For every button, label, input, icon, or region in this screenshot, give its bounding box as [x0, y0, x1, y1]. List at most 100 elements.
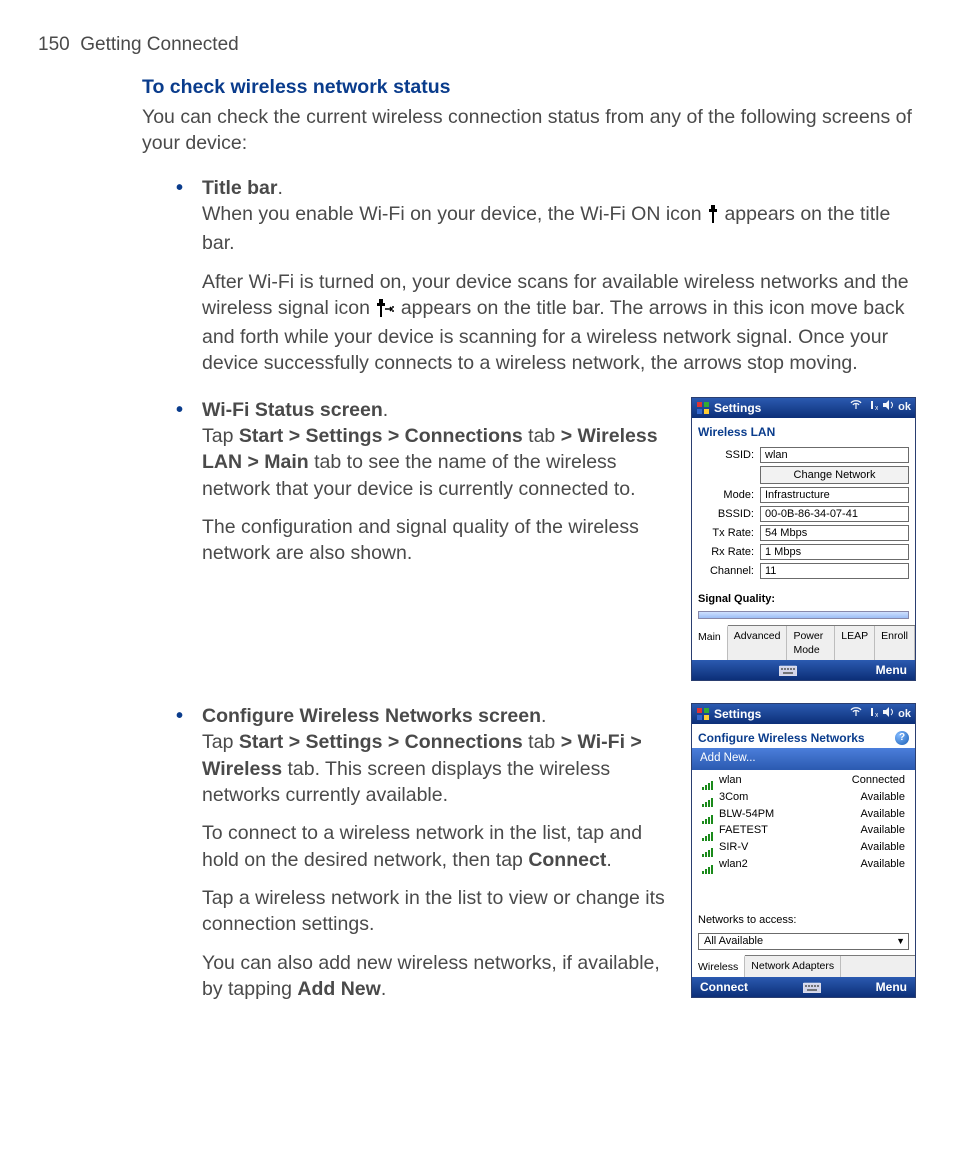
- help-icon[interactable]: ?: [895, 731, 909, 745]
- titlebar-title: Settings: [714, 400, 846, 416]
- nav-path: Start > Settings > Connections: [239, 731, 523, 753]
- tab-enroll[interactable]: Enroll: [875, 626, 915, 660]
- body-text: .: [606, 849, 611, 871]
- titlebar: Settings x ok: [692, 704, 915, 724]
- signal-bars-icon: [702, 792, 714, 802]
- mode-field: Infrastructure: [760, 487, 909, 503]
- panel-title-text: Configure Wireless Networks: [698, 730, 865, 746]
- softkey-bar: Connect Menu: [692, 977, 915, 997]
- titlebar-title: Settings: [714, 706, 846, 722]
- menu-softkey[interactable]: Menu: [876, 979, 907, 995]
- network-status: Available: [861, 807, 905, 822]
- menu-softkey[interactable]: Menu: [876, 662, 907, 678]
- signal-bars-icon: [702, 826, 714, 836]
- network-name: SIR-V: [719, 840, 748, 855]
- signal-icon: x: [866, 399, 878, 416]
- chapter-title: Getting Connected: [80, 34, 238, 55]
- signal-bars-icon: [702, 775, 714, 785]
- bullet-configure-wireless: Configure Wireless Networks screen. Tap …: [168, 703, 673, 1002]
- network-name: FAETEST: [719, 823, 768, 838]
- wifi-on-icon: [707, 204, 719, 230]
- signal-bars-icon: [702, 843, 714, 853]
- body-text: tab: [528, 425, 561, 447]
- softkey-bar: Menu: [692, 660, 915, 680]
- select-value: All Available: [704, 934, 763, 949]
- bssid-field: 00-0B-86-34-07-41: [760, 506, 909, 522]
- wifi-icon: [850, 706, 862, 723]
- channel-field: 11: [760, 563, 909, 579]
- field-label: BSSID:: [698, 507, 754, 522]
- bullet-heading: Title bar: [202, 177, 278, 199]
- bullet-title-bar: Title bar. When you enable Wi-Fi on your…: [168, 175, 916, 377]
- body-text: Tap: [202, 425, 239, 447]
- screenshot-configure-wireless: Settings x ok Configure Wireless Network…: [691, 703, 916, 998]
- signal-quality-bar: [698, 611, 909, 619]
- keyboard-icon[interactable]: [803, 981, 821, 993]
- signal-icon: x: [866, 706, 878, 723]
- rxrate-field: 1 Mbps: [760, 544, 909, 560]
- bullet-heading: Configure Wireless Networks screen: [202, 705, 541, 727]
- list-item[interactable]: 3Com Available: [692, 789, 915, 806]
- tab-main[interactable]: Main: [692, 625, 728, 660]
- volume-icon: [882, 399, 894, 416]
- network-name: 3Com: [719, 790, 748, 805]
- svg-text:x: x: [875, 405, 878, 411]
- tab-wireless[interactable]: Wireless: [692, 955, 745, 977]
- body-text: tab: [528, 731, 561, 753]
- network-name: BLW-54PM: [719, 807, 774, 822]
- bullet-heading: Wi-Fi Status screen: [202, 399, 383, 421]
- list-item[interactable]: BLW-54PM Available: [692, 806, 915, 823]
- panel-title-text: Wireless LAN: [698, 424, 775, 440]
- tabstrip: Main Advanced Power Mode LEAP Enroll: [692, 625, 915, 660]
- ssid-field[interactable]: wlan: [760, 447, 909, 463]
- panel-title: Configure Wireless Networks ?: [692, 724, 915, 748]
- emphasis: Connect: [528, 849, 606, 871]
- network-name: wlan: [719, 773, 742, 788]
- list-item[interactable]: wlan2Available: [692, 856, 915, 873]
- keyboard-icon[interactable]: [779, 664, 797, 676]
- network-name: wlan2: [719, 857, 748, 872]
- field-label: Rx Rate:: [698, 545, 754, 560]
- list-item[interactable]: FAETEST Available: [692, 822, 915, 839]
- section-title: To check wireless network status: [142, 74, 916, 100]
- body-text: Tap: [202, 731, 239, 753]
- body-text: When you enable Wi-Fi on your device, th…: [202, 203, 707, 225]
- tab-power-mode[interactable]: Power Mode: [787, 626, 835, 660]
- volume-icon: [882, 706, 894, 723]
- ok-button[interactable]: ok: [898, 400, 911, 415]
- tab-advanced[interactable]: Advanced: [728, 626, 788, 660]
- ok-button[interactable]: ok: [898, 707, 911, 722]
- intro-text: You can check the current wireless conne…: [142, 104, 916, 157]
- list-item[interactable]: wlanConnected: [692, 772, 915, 789]
- field-label: Mode:: [698, 488, 754, 503]
- page-number: 150: [38, 34, 70, 55]
- networks-to-access-select[interactable]: All Available ▼: [698, 933, 909, 950]
- wifi-icon: [850, 399, 862, 416]
- screenshot-wireless-lan: Settings x ok Wireless LAN SSID:wlan Cha…: [691, 397, 916, 681]
- body-text: Tap a wireless network in the list to vi…: [202, 885, 673, 938]
- titlebar: Settings x ok: [692, 398, 915, 418]
- list-item[interactable]: SIR-V Available: [692, 839, 915, 856]
- bullet-wifi-status: Wi-Fi Status screen. Tap Start > Setting…: [168, 397, 673, 567]
- network-status: Available: [861, 790, 905, 805]
- nav-path: Start > Settings > Connections: [239, 425, 523, 447]
- windows-start-icon[interactable]: [696, 707, 710, 721]
- panel-title: Wireless LAN: [692, 418, 915, 442]
- windows-start-icon[interactable]: [696, 401, 710, 415]
- tab-leap[interactable]: LEAP: [835, 626, 875, 660]
- add-new-link[interactable]: Add New...: [692, 748, 915, 770]
- body-text: .: [381, 978, 386, 1000]
- signal-quality-label: Signal Quality:: [692, 588, 915, 609]
- connect-softkey[interactable]: Connect: [700, 979, 748, 995]
- network-status: Available: [861, 840, 905, 855]
- chevron-down-icon: ▼: [896, 935, 905, 947]
- change-network-button[interactable]: Change Network: [760, 466, 909, 484]
- body-text: You can also add new wireless networks, …: [202, 952, 660, 1000]
- field-label: Channel:: [698, 564, 754, 579]
- tab-network-adapters[interactable]: Network Adapters: [745, 956, 841, 977]
- field-label: Tx Rate:: [698, 526, 754, 541]
- network-status: Available: [861, 823, 905, 838]
- wifi-signal-scan-icon: [375, 298, 395, 324]
- page-header: 150 Getting Connected: [38, 32, 916, 58]
- emphasis: Add New: [297, 978, 380, 1000]
